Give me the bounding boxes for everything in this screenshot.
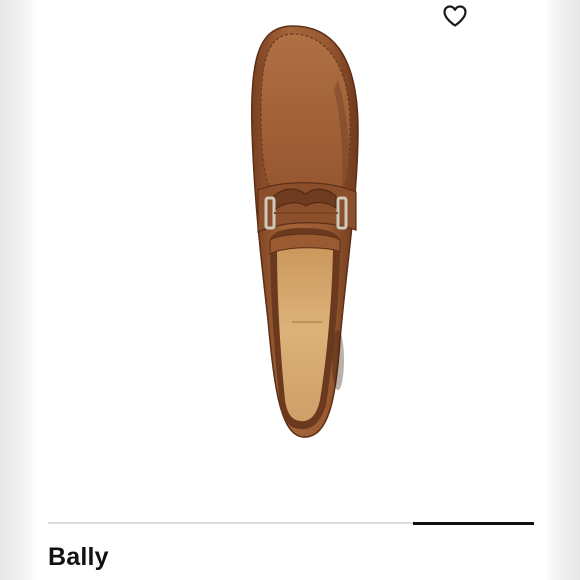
- screen: Bally: [0, 0, 580, 580]
- previous-image-peek[interactable]: [0, 0, 38, 580]
- like-button[interactable]: [439, 2, 471, 30]
- brand-name[interactable]: Bally: [48, 543, 109, 572]
- image-carousel-progress: [48, 521, 534, 525]
- heart-outline-icon: [443, 5, 467, 27]
- listing-card: Bally: [38, 0, 544, 580]
- product-photo[interactable]: [38, 0, 544, 505]
- image-carousel-progress-fill: [412, 521, 534, 525]
- loafer-image: [250, 25, 359, 438]
- next-image-peek[interactable]: [544, 0, 580, 580]
